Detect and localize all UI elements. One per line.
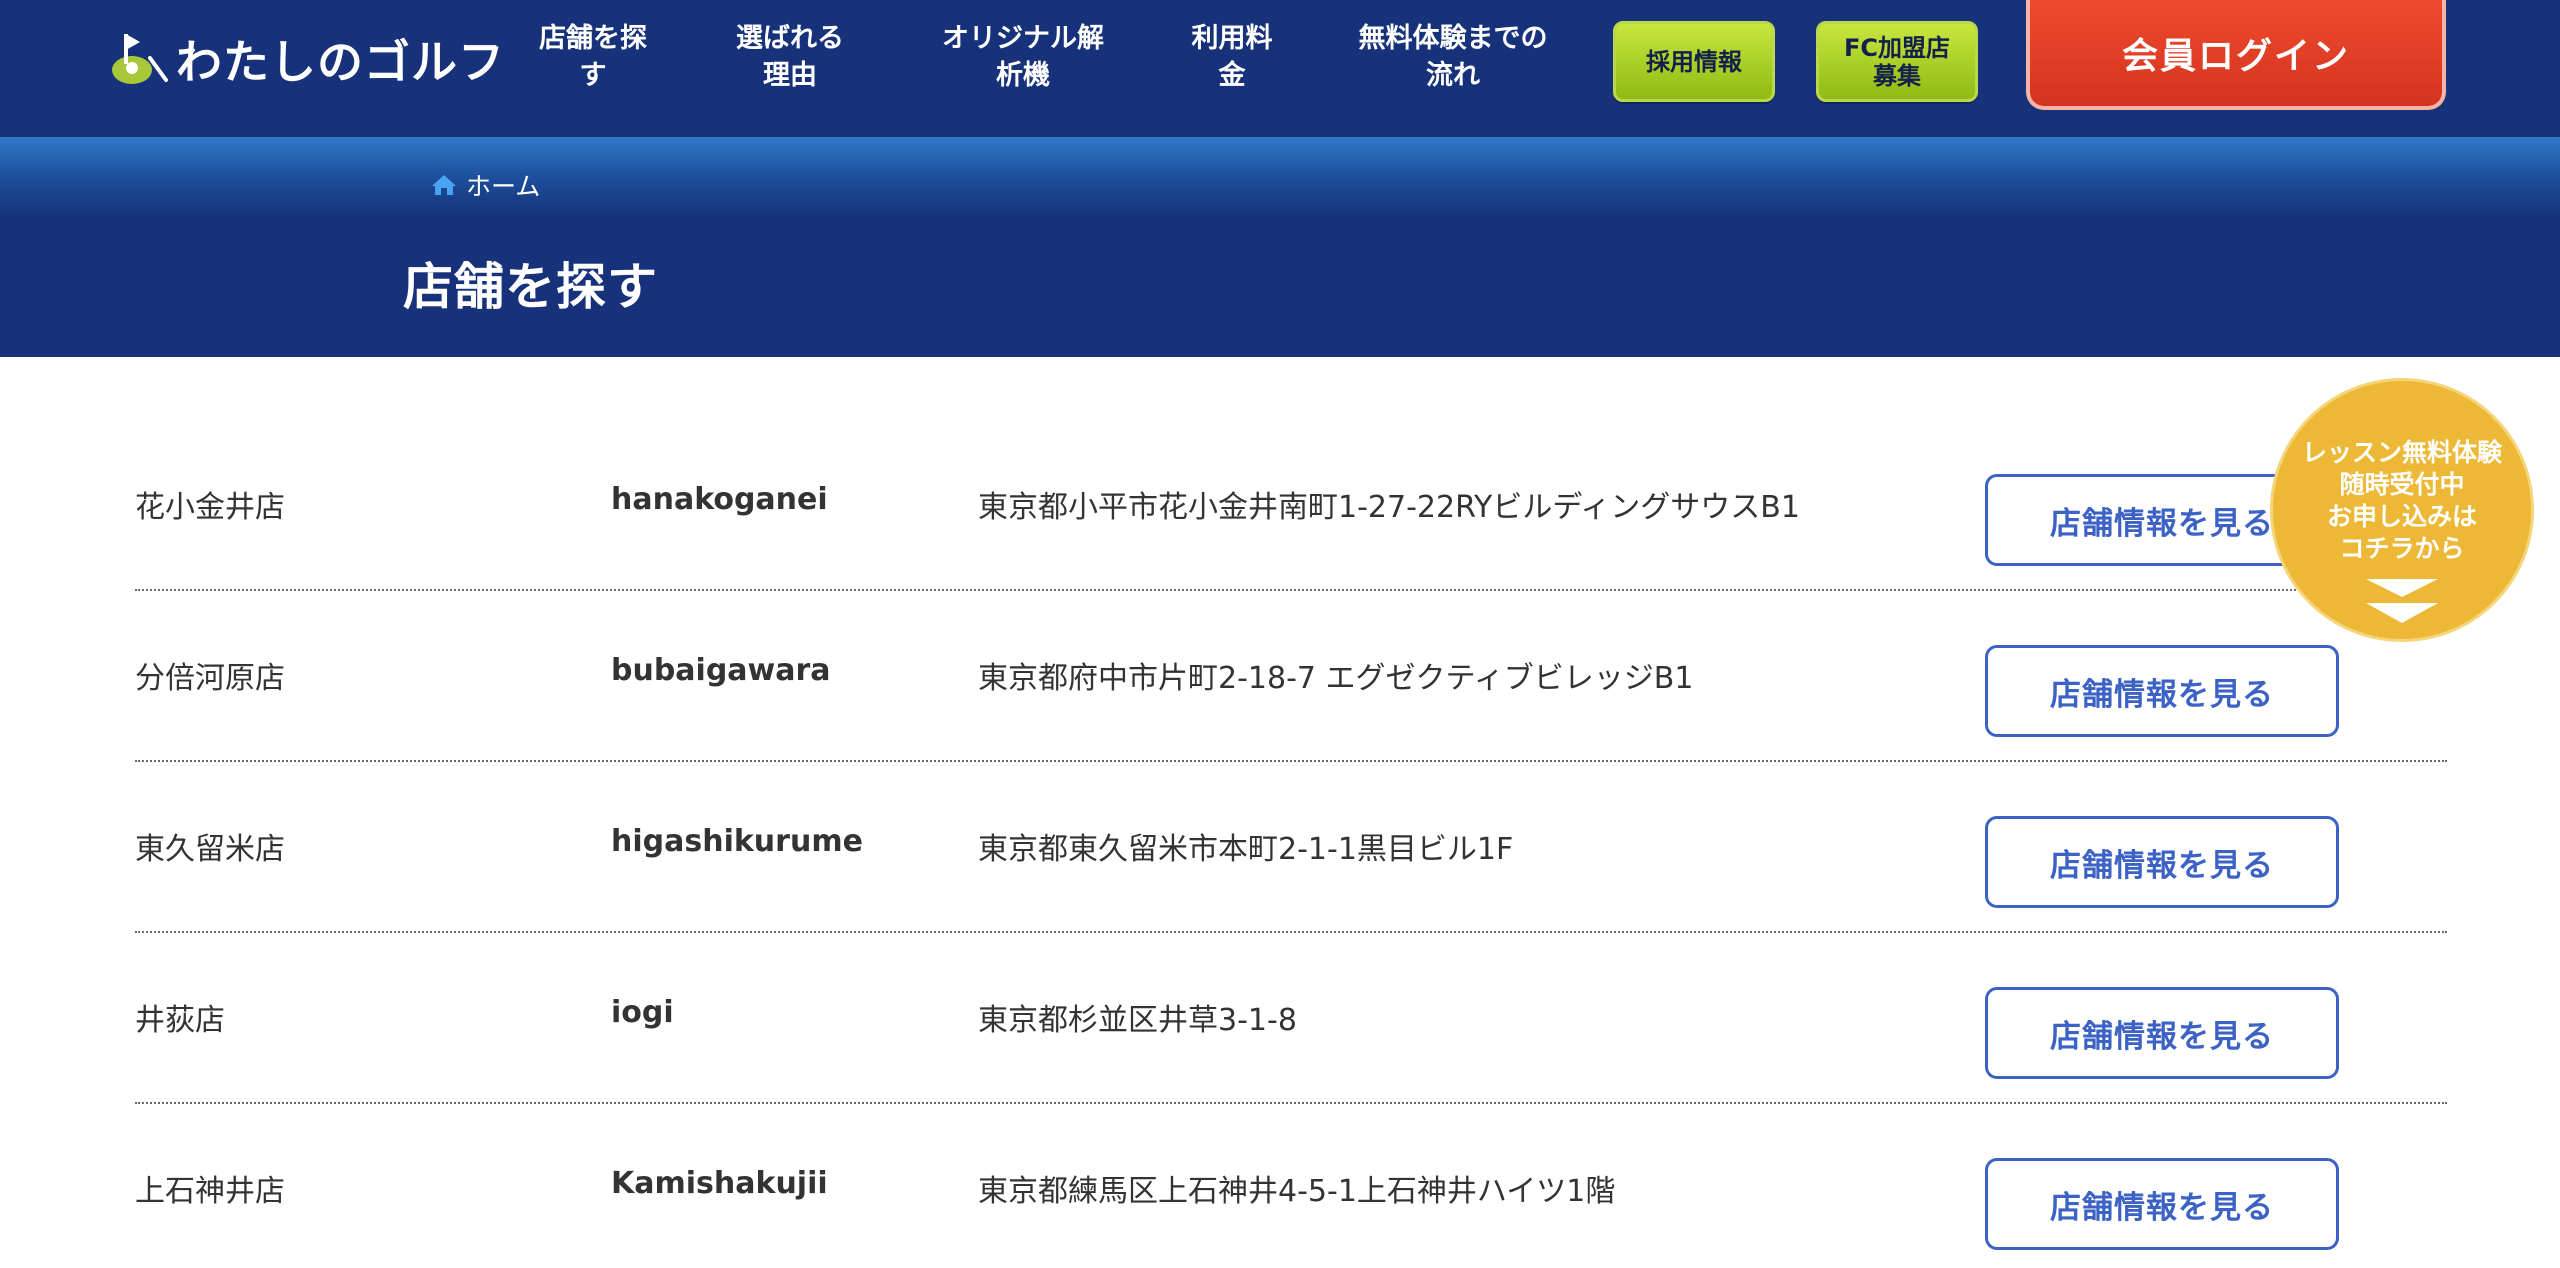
nav-trial-flow[interactable]: 無料体験までの 流れ [1343, 20, 1563, 94]
store-address: 東京都練馬区上石神井4-5-1上石神井ハイツ1階 [978, 1174, 1616, 1209]
badge-line: コチラから [2339, 534, 2465, 563]
store-row: 花小金井店 hanakoganei 東京都小平市花小金井南町1-27-22RYビ… [135, 420, 2447, 591]
store-info-button[interactable]: 店舗情報を見る [1985, 987, 2339, 1079]
store-list: 花小金井店 hanakoganei 東京都小平市花小金井南町1-27-22RYビ… [135, 420, 2447, 1268]
breadcrumb: ホーム [430, 167, 540, 203]
store-info-button[interactable]: 店舗情報を見る [1985, 1158, 2339, 1250]
store-address: 東京都府中市片町2-18-7 エグゼクティブビレッジB1 [978, 661, 1694, 696]
store-name: 上石神井店 [135, 1174, 285, 1209]
store-row: 分倍河原店 bubaigawara 東京都府中市片町2-18-7 エグゼクティブ… [135, 591, 2447, 762]
store-slug: higashikurume [611, 824, 863, 859]
member-login-button[interactable]: 会員ログイン [2026, 0, 2446, 110]
recruit-button[interactable]: 採用情報 [1613, 21, 1775, 102]
badge-line: お申し込みは [2326, 502, 2477, 531]
home-icon [430, 173, 458, 197]
badge-line: 随時受付中 [2339, 470, 2465, 499]
store-slug: hanakoganei [611, 482, 828, 517]
store-address: 東京都杉並区井草3-1-8 [978, 1003, 1297, 1038]
nav-pricing[interactable]: 利用料金 [1142, 20, 1322, 94]
golfer-logo-icon [112, 34, 168, 84]
store-row: 上石神井店 Kamishakujii 東京都練馬区上石神井4-5-1上石神井ハイ… [135, 1104, 2447, 1268]
logo-text: わたしのゴルフ [176, 35, 505, 89]
store-info-button[interactable]: 店舗情報を見る [1985, 816, 2339, 908]
nav-analyzer[interactable]: オリジナル解 析機 [933, 20, 1113, 94]
site-header: わたしのゴルフ 店舗を探す 選ばれる 理由 オリジナル解 析機 利用料金 無料体験ま… [0, 0, 2560, 137]
store-name: 東久留米店 [135, 832, 285, 867]
page-title: 店舗を探す [403, 258, 658, 316]
store-slug: bubaigawara [611, 653, 831, 688]
store-info-button[interactable]: 店舗情報を見る [1985, 645, 2339, 737]
store-name: 分倍河原店 [135, 661, 285, 696]
free-trial-badge[interactable]: レッスン無料体験 随時受付中 お申し込みは コチラから [2270, 378, 2534, 642]
double-chevron-down-icon [2366, 579, 2438, 623]
store-row: 井荻店 iogi 東京都杉並区井草3-1-8 店舗情報を見る [135, 933, 2447, 1104]
nav-find-store[interactable]: 店舗を探す [503, 20, 683, 94]
store-address: 東京都東久留米市本町2-1-1黒目ビル1F [978, 832, 1514, 867]
page-hero: ホーム 店舗を探す [0, 137, 2560, 357]
logo[interactable]: わたしのゴルフ [106, 24, 505, 94]
breadcrumb-home-link[interactable]: ホーム [466, 167, 540, 203]
fc-franchise-button[interactable]: FC加盟店 募集 [1816, 21, 1978, 102]
badge-line: レッスン無料体験 [2301, 438, 2502, 467]
store-address: 東京都小平市花小金井南町1-27-22RYビルディングサウスB1 [978, 490, 1800, 525]
nav-reasons[interactable]: 選ばれる 理由 [700, 20, 880, 94]
store-slug: Kamishakujii [611, 1166, 828, 1201]
store-row: 東久留米店 higashikurume 東京都東久留米市本町2-1-1黒目ビル1… [135, 762, 2447, 933]
store-slug: iogi [611, 995, 674, 1030]
store-name: 井荻店 [135, 1003, 225, 1038]
store-name: 花小金井店 [135, 490, 285, 525]
